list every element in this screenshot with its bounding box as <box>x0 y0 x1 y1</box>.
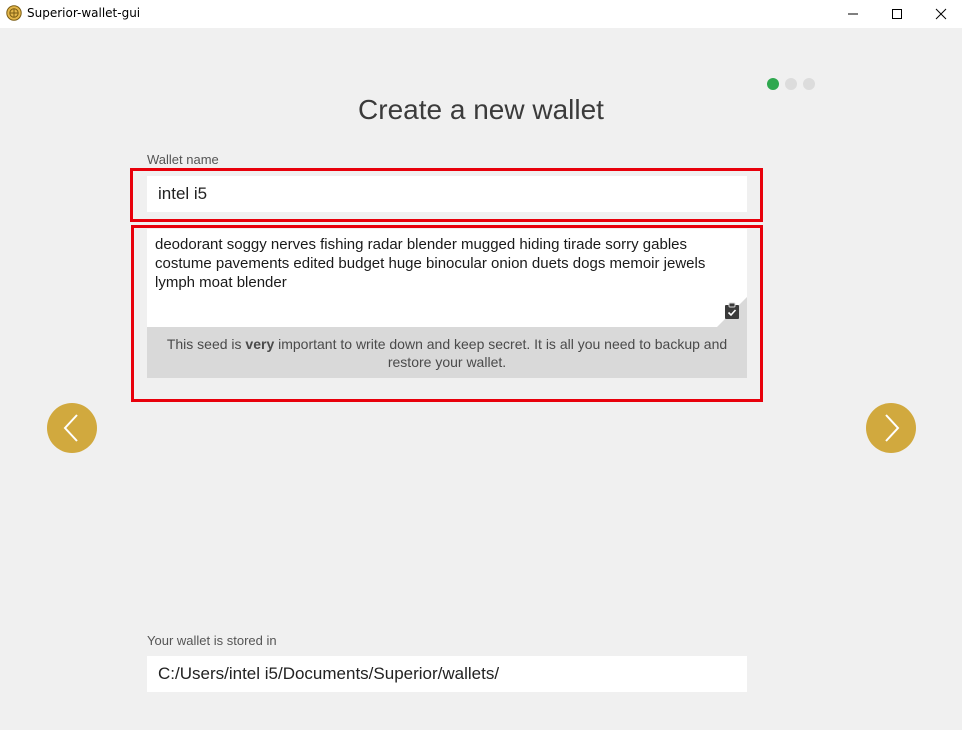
chevron-left-icon <box>63 414 78 442</box>
title-bar: Superior-wallet-gui <box>0 0 962 28</box>
previous-button[interactable] <box>47 403 97 453</box>
highlight-box-wallet-name <box>130 168 763 222</box>
close-icon <box>935 8 947 20</box>
minimize-button[interactable] <box>830 0 876 28</box>
wallet-path-field[interactable]: C:/Users/intel i5/Documents/Superior/wal… <box>147 656 747 692</box>
wallet-name-label: Wallet name <box>147 152 219 167</box>
step-dot-2 <box>785 78 797 90</box>
step-dot-3 <box>803 78 815 90</box>
close-button[interactable] <box>918 0 962 28</box>
maximize-icon <box>892 9 902 19</box>
step-indicator <box>767 78 815 90</box>
storage-location-label: Your wallet is stored in <box>147 633 277 648</box>
superior-logo-icon <box>6 5 22 21</box>
chevron-right-icon <box>885 414 900 442</box>
highlight-box-seed <box>131 225 763 402</box>
step-dot-1 <box>767 78 779 90</box>
minimize-icon <box>848 13 858 15</box>
page-title: Create a new wallet <box>358 94 604 125</box>
next-button[interactable] <box>866 403 916 453</box>
window-title: Superior-wallet-gui <box>27 6 141 20</box>
maximize-button[interactable] <box>874 0 920 28</box>
